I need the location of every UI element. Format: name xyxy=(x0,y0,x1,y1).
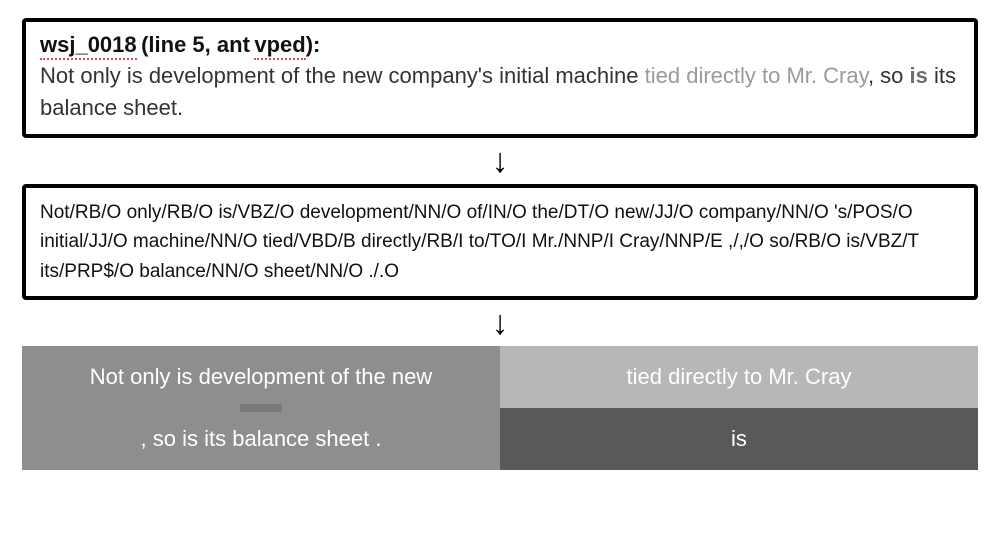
source-sentence-box: wsj_0018 (line 5, ant vped): Not only is… xyxy=(22,18,978,138)
label-meta-open: (line 5, ant xyxy=(141,32,250,57)
span-text: tied directly to Mr. Cray xyxy=(627,364,852,389)
sentence-pre: Not only is development of the new compa… xyxy=(40,63,645,88)
doc-id: wsj_0018 xyxy=(40,32,137,60)
arrow-down-icon: ↓ xyxy=(492,144,509,178)
sentence-trigger-span: is xyxy=(910,63,928,88)
annot-type: vped xyxy=(254,32,305,60)
arrow-down-1: ↓ xyxy=(22,144,978,178)
sentence-mid: , so xyxy=(868,63,910,88)
span-text: is xyxy=(731,426,747,451)
source-label: wsj_0018 (line 5, ant vped): xyxy=(40,32,960,58)
tagged-output-box: Not/RB/O only/RB/O is/VBZ/O development/… xyxy=(22,184,978,300)
separator-marker xyxy=(240,404,282,412)
arrow-down-icon: ↓ xyxy=(492,306,509,340)
source-sentence: Not only is development of the new compa… xyxy=(40,60,960,124)
arrow-down-2: ↓ xyxy=(22,306,978,340)
label-meta-close: ): xyxy=(306,32,321,57)
span-trigger: is xyxy=(500,408,978,470)
sentence-antecedent-span: tied directly to Mr. Cray xyxy=(645,63,868,88)
span-context-before: Not only is development of the new xyxy=(22,346,500,408)
span-context-after: , so is its balance sheet . xyxy=(22,408,500,470)
tagged-sequence: Not/RB/O only/RB/O is/VBZ/O development/… xyxy=(40,198,960,286)
span-text: Not only is development of the new xyxy=(90,364,432,389)
span-antecedent: tied directly to Mr. Cray xyxy=(500,346,978,408)
span-text: , so is its balance sheet . xyxy=(141,426,382,451)
span-grid: Not only is development of the new tied … xyxy=(22,346,978,470)
